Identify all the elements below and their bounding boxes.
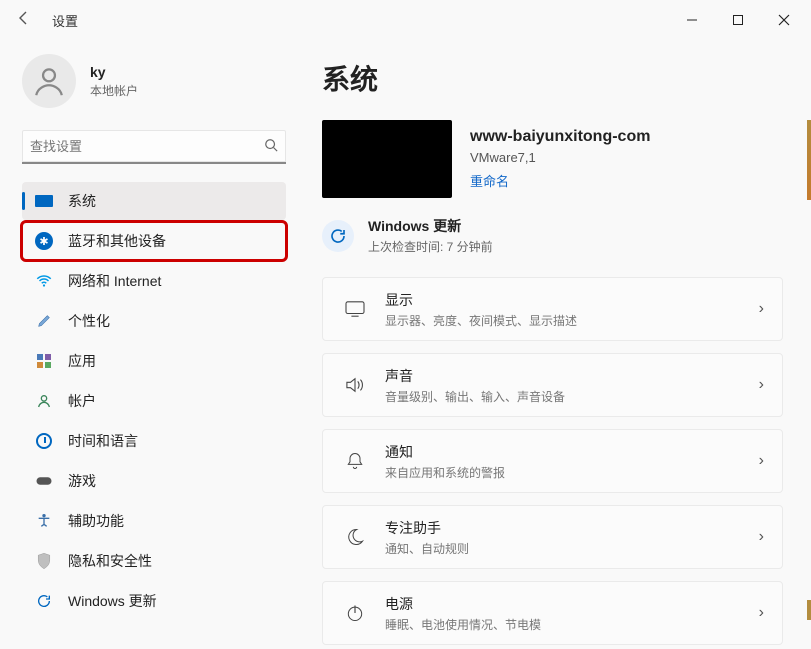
- back-button[interactable]: [4, 10, 44, 31]
- nav-label: 个性化: [68, 311, 110, 331]
- chevron-right-icon: ›: [759, 452, 764, 470]
- edge-decoration: [807, 120, 811, 200]
- nav-label: 隐私和安全性: [68, 551, 152, 571]
- search-input[interactable]: [30, 139, 264, 154]
- chevron-right-icon: ›: [759, 528, 764, 546]
- accounts-icon: [34, 391, 54, 411]
- chevron-right-icon: ›: [759, 376, 764, 394]
- settings-cards: 显示 显示器、亮度、夜间模式、显示描述 › 声音 音量级别、输出、输入、声音设备…: [322, 277, 783, 645]
- card-title: 专注助手: [385, 518, 469, 538]
- nav-item-time-language[interactable]: 时间和语言: [22, 422, 286, 460]
- sound-icon: [341, 376, 369, 394]
- card-title: 通知: [385, 442, 505, 462]
- nav-list: 系统 ✱ 蓝牙和其他设备 网络和 Internet 个性化: [22, 182, 286, 620]
- card-notifications[interactable]: 通知 来自应用和系统的警报 ›: [322, 429, 783, 493]
- device-info: www-baiyunxitong-com VMware7,1 重命名: [322, 120, 783, 198]
- search-icon: [264, 138, 278, 155]
- nav-label: 蓝牙和其他设备: [68, 231, 166, 251]
- maximize-button[interactable]: [715, 4, 761, 36]
- nav-label: 辅助功能: [68, 511, 124, 531]
- avatar: [22, 54, 76, 108]
- chevron-right-icon: ›: [759, 604, 764, 622]
- nav-label: Windows 更新: [68, 591, 157, 611]
- card-power[interactable]: 电源 睡眠、电池使用情况、节电模 ›: [322, 581, 783, 645]
- update-title: Windows 更新: [368, 216, 493, 236]
- gaming-icon: [34, 471, 54, 491]
- nav-item-windows-update[interactable]: Windows 更新: [22, 582, 286, 620]
- page-title: 系统: [322, 58, 783, 98]
- chevron-right-icon: ›: [759, 300, 764, 318]
- windows-update-status[interactable]: Windows 更新 上次检查时间: 7 分钟前: [322, 216, 783, 255]
- main-panel: 系统 www-baiyunxitong-com VMware7,1 重命名 Wi…: [300, 40, 811, 649]
- card-title: 声音: [385, 366, 565, 386]
- apps-icon: [34, 351, 54, 371]
- bell-icon: [341, 451, 369, 471]
- nav-label: 系统: [68, 191, 96, 211]
- display-icon: [341, 300, 369, 318]
- update-icon: [34, 591, 54, 611]
- update-subtitle: 上次检查时间: 7 分钟前: [368, 238, 493, 255]
- power-icon: [341, 603, 369, 623]
- device-name: www-baiyunxitong-com: [470, 128, 650, 146]
- nav-label: 应用: [68, 351, 96, 371]
- title-bar: 设置: [0, 0, 811, 40]
- minimize-button[interactable]: [669, 4, 715, 36]
- system-icon: [34, 191, 54, 211]
- window-title: 设置: [52, 11, 78, 30]
- nav-item-personalization[interactable]: 个性化: [22, 302, 286, 340]
- nav-item-accounts[interactable]: 帐户: [22, 382, 286, 420]
- bluetooth-icon: ✱: [34, 231, 54, 251]
- close-button[interactable]: [761, 4, 807, 36]
- edge-decoration: [807, 600, 811, 620]
- card-display[interactable]: 显示 显示器、亮度、夜间模式、显示描述 ›: [322, 277, 783, 341]
- wifi-icon: [34, 271, 54, 291]
- nav-item-gaming[interactable]: 游戏: [22, 462, 286, 500]
- nav-item-system[interactable]: 系统: [22, 182, 286, 220]
- moon-icon: [341, 527, 369, 547]
- user-account-type: 本地帐户: [90, 82, 138, 99]
- nav-item-bluetooth[interactable]: ✱ 蓝牙和其他设备: [22, 222, 286, 260]
- card-subtitle: 显示器、亮度、夜间模式、显示描述: [385, 312, 577, 329]
- nav-item-apps[interactable]: 应用: [22, 342, 286, 380]
- card-subtitle: 通知、自动规则: [385, 540, 469, 557]
- device-image: [322, 120, 452, 198]
- brush-icon: [34, 311, 54, 331]
- user-name: ky: [90, 64, 138, 80]
- user-profile[interactable]: ky 本地帐户: [22, 54, 286, 108]
- update-refresh-icon: [322, 220, 354, 252]
- card-focus-assist[interactable]: 专注助手 通知、自动规则 ›: [322, 505, 783, 569]
- card-title: 显示: [385, 290, 577, 310]
- card-subtitle: 来自应用和系统的警报: [385, 464, 505, 481]
- rename-link[interactable]: 重命名: [470, 171, 650, 190]
- sidebar: ky 本地帐户 系统 ✱ 蓝牙和其他设备 网络和 Int: [0, 40, 300, 649]
- card-subtitle: 音量级别、输出、输入、声音设备: [385, 388, 565, 405]
- accessibility-icon: [34, 511, 54, 531]
- clock-icon: [34, 431, 54, 451]
- nav-label: 游戏: [68, 471, 96, 491]
- device-model: VMware7,1: [470, 150, 650, 165]
- nav-label: 帐户: [68, 391, 96, 411]
- card-subtitle: 睡眠、电池使用情况、节电模: [385, 616, 541, 633]
- shield-icon: [34, 551, 54, 571]
- nav-item-privacy[interactable]: 隐私和安全性: [22, 542, 286, 580]
- nav-label: 网络和 Internet: [68, 271, 161, 291]
- nav-item-network[interactable]: 网络和 Internet: [22, 262, 286, 300]
- card-sound[interactable]: 声音 音量级别、输出、输入、声音设备 ›: [322, 353, 783, 417]
- search-box[interactable]: [22, 130, 286, 164]
- nav-item-accessibility[interactable]: 辅助功能: [22, 502, 286, 540]
- card-title: 电源: [385, 594, 541, 614]
- nav-label: 时间和语言: [68, 431, 138, 451]
